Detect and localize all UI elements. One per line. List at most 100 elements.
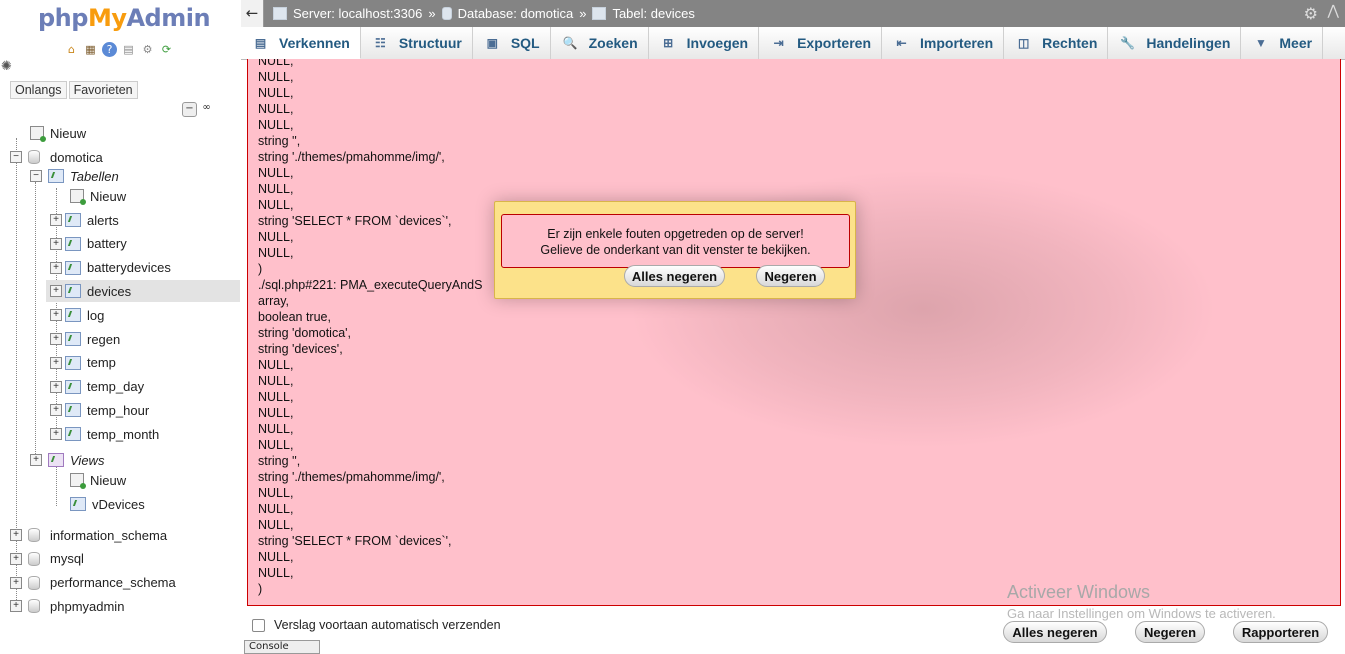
expand-icon[interactable]: + xyxy=(50,428,62,441)
table-icon xyxy=(65,427,81,442)
console-tab[interactable]: Console xyxy=(244,640,320,654)
tab-label: Zoeken xyxy=(588,35,638,51)
settings-icon[interactable]: ⚙ xyxy=(140,42,155,57)
tables-icon xyxy=(48,169,64,183)
logo-php: php xyxy=(38,4,88,32)
tree-item-table-log[interactable]: + log xyxy=(46,304,240,326)
tree-label: devices xyxy=(87,283,132,299)
footer-ignore-button[interactable]: Negeren xyxy=(1135,621,1205,643)
tree-item-tables[interactable]: − Tabellen xyxy=(30,165,119,187)
report-button[interactable]: Rapporteren xyxy=(1233,621,1328,643)
expand-icon[interactable]: + xyxy=(10,552,22,565)
collapse-icon[interactable]: − xyxy=(10,151,22,163)
phpmyadmin-logo[interactable]: phpMyAdmin xyxy=(38,4,211,32)
database-icon xyxy=(28,528,40,542)
tab-zoeken[interactable]: 🔍 Zoeken xyxy=(551,27,649,59)
tree-item-db-performance_schema[interactable]: + performance_schema xyxy=(10,572,176,594)
logout-icon[interactable]: ▦ xyxy=(83,42,98,57)
tab-label: Verkennen xyxy=(279,34,350,51)
back-arrow-icon[interactable]: ← xyxy=(241,0,264,27)
tree-item-table-alerts[interactable]: + alerts xyxy=(46,209,240,231)
tab-exporteren[interactable]: ⇥ Exporteren xyxy=(759,27,883,59)
tree-item-table-temp_month[interactable]: + temp_month xyxy=(46,423,240,445)
tree-item-table-devices[interactable]: + devices xyxy=(46,280,240,303)
expand-icon[interactable]: + xyxy=(50,237,62,250)
backtrace-line: ./sql.php#221: PMA_executeQueryAndS xyxy=(258,278,483,292)
tree-item-table-batterydevices[interactable]: + batterydevices xyxy=(46,257,240,279)
expand-icon[interactable]: + xyxy=(50,214,62,226)
docs-icon[interactable]: ▤ xyxy=(121,42,136,57)
tab-structuur[interactable]: ☷ Structuur xyxy=(361,27,473,59)
tab-label: Handelingen xyxy=(1146,35,1231,51)
expand-icon[interactable]: + xyxy=(50,380,62,393)
expand-icon[interactable]: + xyxy=(50,261,62,274)
tree-item-new-view[interactable]: Nieuw xyxy=(70,469,126,491)
tree-item-table-temp[interactable]: + temp xyxy=(46,352,240,374)
tab-favorites[interactable]: Favorieten xyxy=(68,81,138,99)
tree-item-table-regen[interactable]: + regen xyxy=(46,328,240,350)
expand-icon[interactable]: + xyxy=(50,404,62,417)
tree-item-db-information_schema[interactable]: + information_schema xyxy=(10,524,167,546)
tab-meer[interactable]: ▼ Meer xyxy=(1241,27,1324,59)
tree-item-views[interactable]: + Views xyxy=(30,449,104,471)
expand-icon[interactable]: + xyxy=(50,356,62,369)
footer-ignore-all-button[interactable]: Alles negeren xyxy=(1003,621,1107,643)
tab-sql[interactable]: ▣ SQL xyxy=(473,27,551,59)
recent-favorites-tabs: Onlangs Favorieten xyxy=(10,81,138,99)
tab-rechten[interactable]: ◫ Rechten xyxy=(1004,27,1109,59)
error-backtrace: NULL, NULL, NULL, NULL, NULL, string '', strin… xyxy=(258,59,482,597)
expand-icon[interactable]: + xyxy=(50,333,62,345)
tree-item-vdevices[interactable]: vDevices xyxy=(70,493,145,515)
error-message-line-2: Gelieve de onderkant van dit venster te … xyxy=(540,243,811,257)
breadcrumb-separator: » xyxy=(579,6,587,21)
error-dialog: Er zijn enkele fouten opgetreden op de s… xyxy=(494,201,856,299)
tree-label: temp_day xyxy=(87,379,145,395)
reload-icon[interactable]: ⟳ xyxy=(159,42,174,57)
tab-importeren[interactable]: ⇤ Importeren xyxy=(882,27,1005,59)
collapse-all-icon[interactable]: − xyxy=(182,102,197,117)
tab-handelingen[interactable]: 🔧 Handelingen xyxy=(1108,27,1242,59)
expand-icon[interactable]: + xyxy=(50,309,62,322)
backtrace-line: NULL, xyxy=(258,550,294,564)
ignore-button[interactable]: Negeren xyxy=(756,265,825,287)
expand-icon[interactable]: + xyxy=(30,454,42,466)
error-message-line-1: Er zijn enkele fouten opgetreden op de s… xyxy=(547,227,804,241)
expand-icon[interactable]: + xyxy=(10,529,22,541)
tree-item-db-mysql[interactable]: + mysql xyxy=(10,548,84,570)
tree-label: performance_schema xyxy=(50,575,176,591)
tree-item-db-phpmyadmin[interactable]: + phpmyadmin xyxy=(10,595,124,617)
tree-item-table-temp_hour[interactable]: + temp_hour xyxy=(46,399,240,421)
expand-icon[interactable]: + xyxy=(10,600,22,613)
home-icon[interactable]: ⌂ xyxy=(64,42,79,57)
collapse-icon[interactable]: − xyxy=(30,170,42,182)
import-icon: ⇤ xyxy=(896,36,907,50)
tree-label: temp_hour xyxy=(87,402,150,418)
backtrace-line: NULL, xyxy=(258,422,294,436)
expand-icon[interactable]: + xyxy=(50,285,62,298)
auto-send-option[interactable]: Verslag voortaan automatisch verzenden xyxy=(252,618,501,632)
breadcrumb-bar: ← Server: localhost:3306 » Database: dom… xyxy=(241,0,1345,27)
tab-verkennen[interactable]: ▤ Verkennen xyxy=(241,27,361,59)
ignore-all-button[interactable]: Alles negeren xyxy=(624,265,725,287)
tab-recent[interactable]: Onlangs xyxy=(10,81,67,99)
collapse-arrows-icon[interactable]: ⋀ xyxy=(1328,3,1339,19)
server-icon xyxy=(273,7,287,20)
tree-item-table-battery[interactable]: + battery xyxy=(46,233,240,255)
breadcrumb-database[interactable]: Database: domotica xyxy=(458,6,574,21)
backtrace-line: array, xyxy=(258,294,290,308)
gear-icon[interactable]: ⚙ xyxy=(1304,4,1318,23)
link-icon[interactable]: ∞ xyxy=(200,102,213,115)
auto-send-checkbox[interactable] xyxy=(252,618,265,632)
help-icon[interactable]: ? xyxy=(102,42,117,57)
tab-invoegen[interactable]: ⊞ Invoegen xyxy=(649,27,760,59)
tree-item-table-temp_day[interactable]: + temp_day xyxy=(46,376,240,398)
tree-item-new-database[interactable]: Nieuw xyxy=(30,122,86,144)
new-icon xyxy=(30,126,46,142)
privileges-icon: ◫ xyxy=(1017,36,1030,50)
expand-icon[interactable]: + xyxy=(10,576,22,589)
breadcrumb-table[interactable]: Tabel: devices xyxy=(612,6,694,21)
tree-item-new-table[interactable]: Nieuw xyxy=(70,185,126,207)
nav-icon-bar: ⌂ ▦ ? ▤ ⚙ ⟳ xyxy=(64,42,174,57)
breadcrumb-server[interactable]: Server: localhost:3306 xyxy=(293,6,422,21)
backtrace-line: string 'domotica', xyxy=(258,326,352,340)
